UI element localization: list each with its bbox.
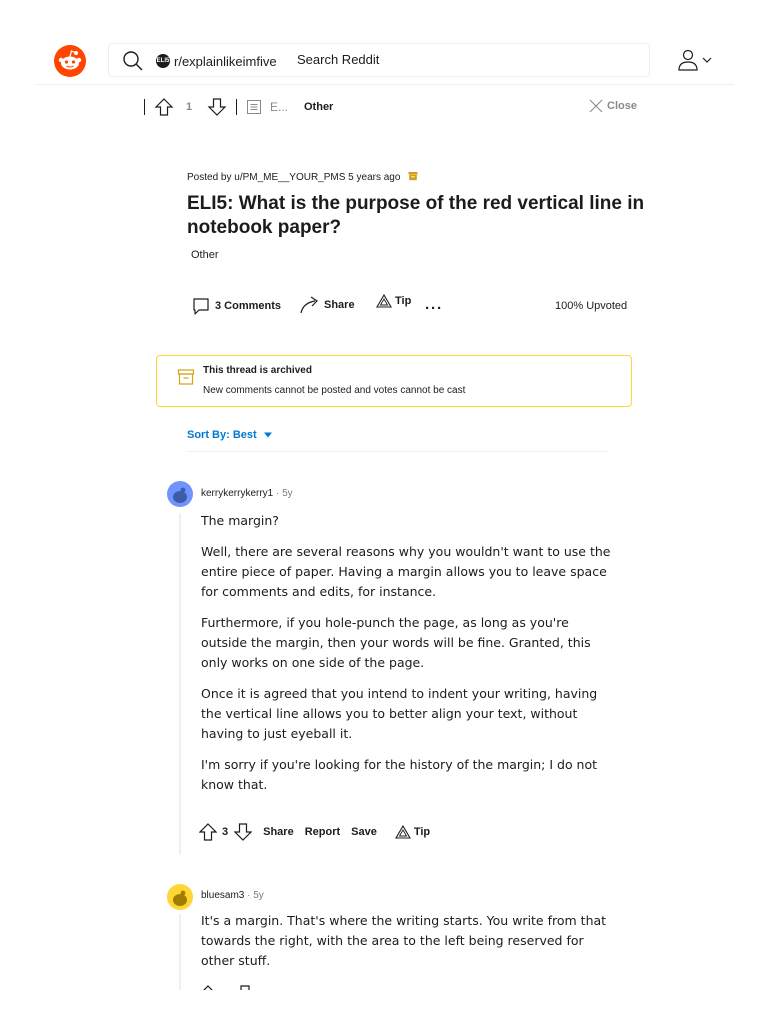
comment-body: It's a margin. That's where the writing …	[201, 911, 611, 982]
search-input[interactable]: Search Reddit	[297, 52, 379, 67]
comment-paragraph: I'm sorry if you're looking for the hist…	[201, 757, 598, 792]
post-title[interactable]: ELI5: What is the purpose of the red ver…	[187, 192, 647, 240]
comment-author[interactable]: kerrykerrykerry1	[201, 488, 273, 499]
more-options-icon[interactable]: ···	[425, 300, 443, 317]
archived-notice	[156, 355, 632, 407]
thread-line[interactable]	[179, 513, 181, 855]
tip-icon	[394, 825, 411, 839]
comment-tip-label: Tip	[413, 826, 431, 838]
archive-badge-icon	[408, 172, 418, 181]
post-meta: Posted by u/PM_ME__YOUR_PMS 5 years ago	[187, 171, 418, 183]
comment-body: The margin? Well, there are several reas…	[201, 511, 611, 806]
upvote-icon[interactable]	[154, 97, 174, 117]
downvote-icon[interactable]	[234, 822, 253, 842]
search-icon	[123, 51, 143, 71]
close-icon	[589, 99, 603, 113]
user-menu-button[interactable]	[676, 48, 716, 74]
comment-paragraph: Furthermore, if you hole-punch the page,…	[201, 615, 591, 670]
comment-time: 5y	[253, 890, 264, 901]
comment-author[interactable]: bluesam3	[201, 890, 244, 901]
comment-paragraph: The margin?	[201, 513, 279, 528]
close-label: Close	[607, 100, 637, 112]
avatar[interactable]	[167, 884, 193, 910]
thread-line[interactable]	[179, 914, 181, 990]
comment-share-button[interactable]: Share	[263, 826, 294, 838]
reddit-logo-icon[interactable]	[54, 45, 86, 77]
community-chip[interactable]: ELI5 r/explainlikeimfive	[156, 52, 277, 70]
bar-divider	[144, 99, 145, 115]
comment-actions: 3 Share Report Save Tip	[199, 822, 430, 842]
tip-button[interactable]: Tip	[376, 294, 411, 308]
share-button[interactable]: Share	[299, 295, 355, 315]
comment-time: 5y	[282, 488, 293, 499]
avatar[interactable]	[167, 481, 193, 507]
snoo-avatar-icon	[173, 487, 187, 503]
sort-label: Sort By: Best	[187, 429, 257, 441]
post-vote-count: 1	[186, 101, 193, 113]
downvote-icon[interactable]	[207, 97, 227, 117]
comment-meta: kerrykerrykerry1 · 5y	[201, 488, 293, 499]
post-flair[interactable]: Other	[191, 249, 219, 261]
header-divider	[36, 84, 734, 85]
post-meta-text: Posted by u/PM_ME__YOUR_PMS 5 years ago	[187, 172, 401, 183]
comments-button[interactable]: 3 Comments	[191, 296, 281, 316]
comments-label: 3 Comments	[215, 300, 282, 312]
archive-icon	[177, 369, 195, 385]
comment-tip-button[interactable]: Tip	[394, 825, 431, 839]
user-icon	[678, 49, 712, 71]
upvote-icon[interactable]	[199, 822, 217, 842]
bar-divider	[236, 99, 237, 115]
comment-paragraph: Once it is agreed that you intend to ind…	[201, 686, 598, 741]
comment-paragraph: Well, there are several reasons why you …	[201, 544, 611, 599]
archived-title: This thread is archived	[203, 365, 312, 376]
comment-icon	[193, 298, 209, 315]
sort-dropdown[interactable]: Sort By: Best	[187, 429, 273, 441]
tip-label: Tip	[395, 295, 412, 307]
community-icon: ELI5	[156, 54, 170, 68]
caret-down-icon	[263, 432, 272, 438]
community-chip-label: r/explainlikeimfive	[174, 53, 277, 69]
sort-divider	[187, 451, 607, 452]
upvote-icon[interactable]	[199, 984, 259, 990]
share-label: Share	[324, 299, 355, 311]
upvoted-percent: 100% Upvoted	[555, 300, 628, 312]
tip-icon	[376, 294, 392, 308]
comment-save-button[interactable]: Save	[351, 826, 377, 838]
post-bar-flair: Other	[304, 101, 334, 113]
comment-meta: bluesam3 · 5y	[201, 890, 264, 901]
post-breadcrumb: E...	[270, 100, 289, 114]
archived-subtitle: New comments cannot be posted and votes …	[203, 385, 466, 396]
comment-report-button[interactable]: Report	[305, 826, 340, 838]
comment-paragraph: It's a margin. That's where the writing …	[201, 913, 607, 968]
comment-actions-partial	[199, 984, 259, 990]
text-post-icon	[247, 100, 261, 114]
snoo-avatar-icon	[173, 890, 187, 906]
comment-score: 3	[222, 826, 229, 838]
close-button[interactable]: Close	[589, 99, 637, 113]
share-icon	[300, 296, 318, 314]
